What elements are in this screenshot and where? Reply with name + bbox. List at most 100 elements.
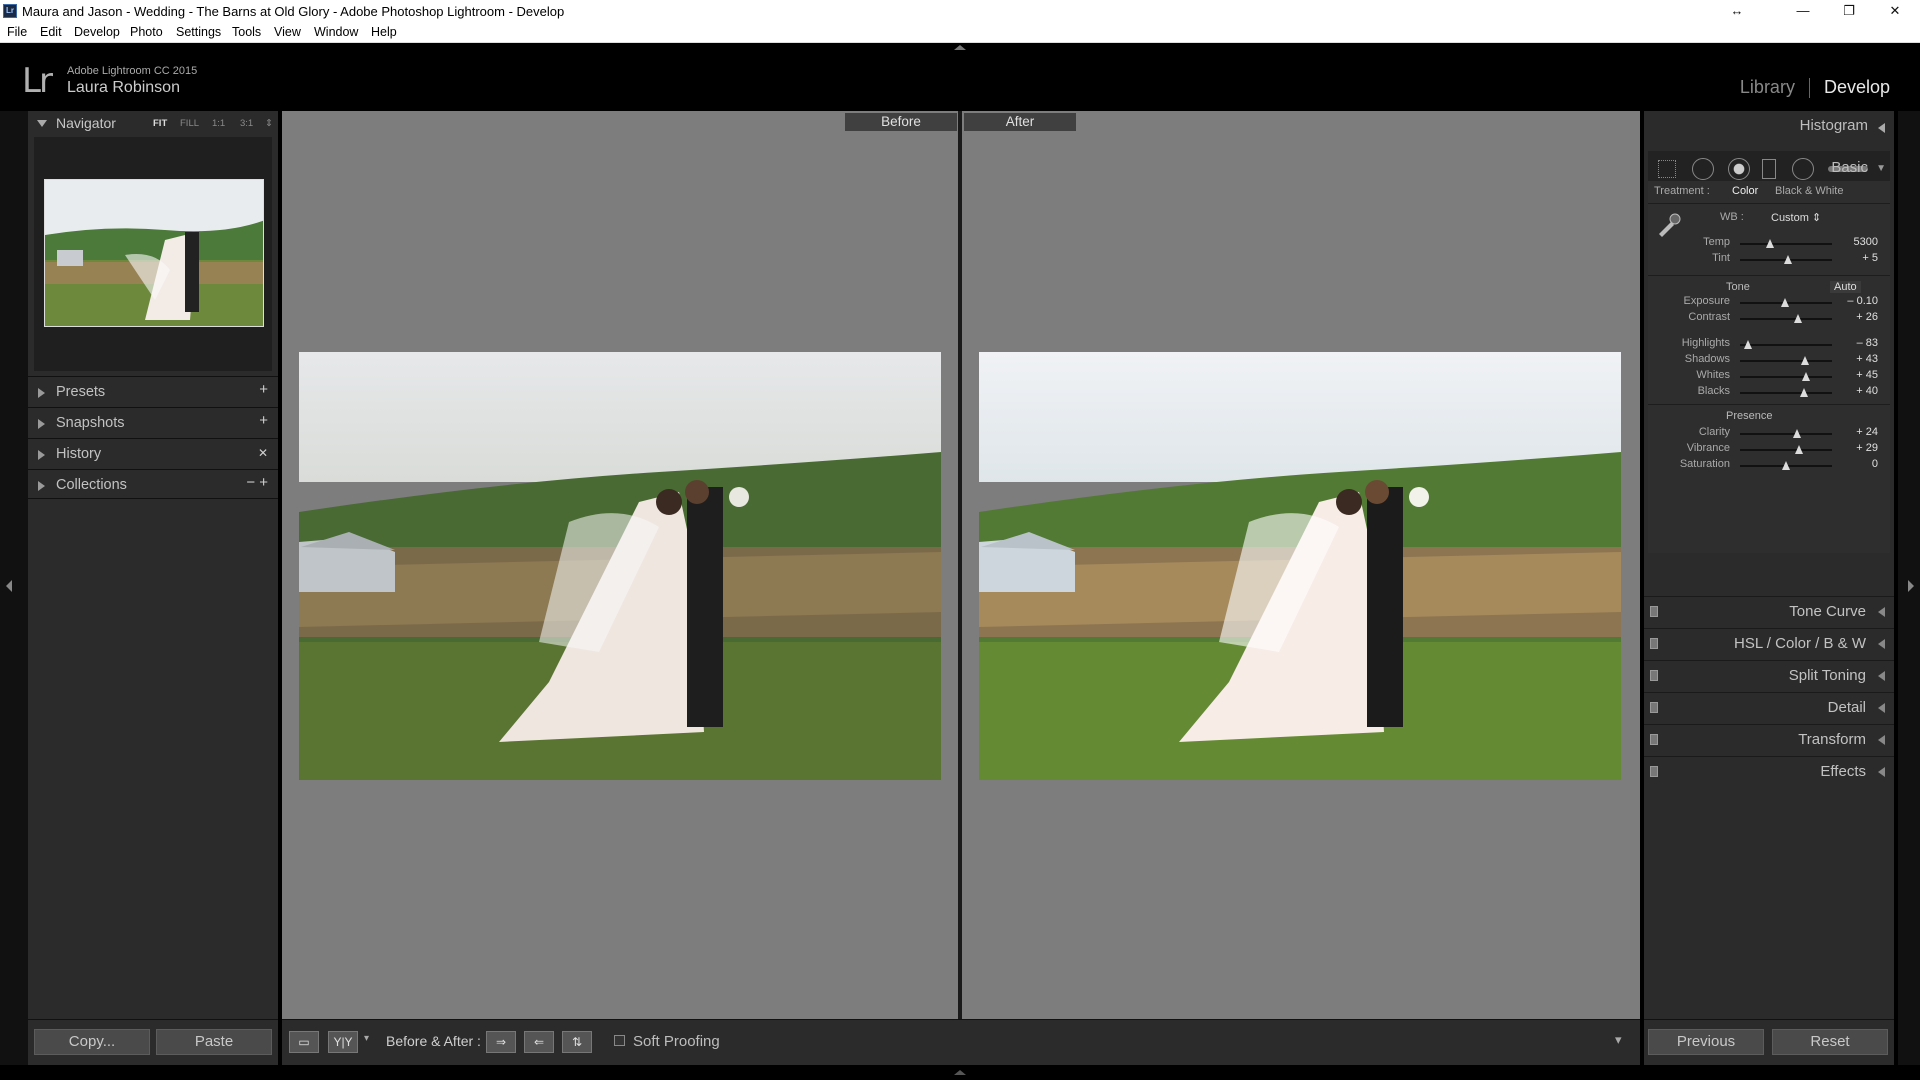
menu-settings[interactable]: Settings: [176, 25, 221, 39]
paste-settings-button[interactable]: Paste: [156, 1029, 272, 1055]
slider-thumb[interactable]: [1782, 461, 1790, 470]
previous-button[interactable]: Previous: [1648, 1029, 1764, 1055]
left-panel-edge[interactable]: [0, 111, 28, 1079]
zoom-fit[interactable]: FIT: [153, 118, 167, 129]
toolbar-menu-chevron-icon[interactable]: ▾: [1615, 1032, 1622, 1048]
menu-help[interactable]: Help: [371, 25, 397, 39]
slider-track[interactable]: [1740, 255, 1832, 264]
minimize-button[interactable]: —: [1780, 0, 1826, 22]
swap-before-after-icon[interactable]: ⇅: [562, 1031, 592, 1053]
slider-value[interactable]: + 43: [1844, 353, 1878, 365]
copy-before-to-after-icon[interactable]: ⇒: [486, 1031, 516, 1053]
slider-thumb[interactable]: [1801, 356, 1810, 365]
slider-track[interactable]: [1740, 445, 1832, 454]
treatment-bw[interactable]: Black & White: [1775, 185, 1843, 197]
slider-thumb[interactable]: [1800, 388, 1809, 397]
copy-after-to-before-icon[interactable]: ⇐: [524, 1031, 554, 1053]
collection-actions-icon[interactable]: − +: [246, 474, 268, 491]
soft-proofing-checkbox[interactable]: [614, 1035, 625, 1046]
slider-value[interactable]: 5300: [1844, 236, 1878, 248]
top-panel-toggle[interactable]: [0, 43, 1920, 51]
right-panel-edge[interactable]: [1898, 111, 1920, 1079]
slider-value[interactable]: + 29: [1844, 442, 1878, 454]
slider-track[interactable]: [1740, 239, 1832, 248]
navigator-preview[interactable]: [34, 137, 272, 371]
slider-thumb[interactable]: [1802, 372, 1811, 381]
slider-value[interactable]: + 45: [1844, 369, 1878, 381]
wb-select[interactable]: Custom ⇕: [1771, 211, 1821, 224]
slider-value[interactable]: + 40: [1844, 385, 1878, 397]
panel-switch-icon[interactable]: [1650, 734, 1658, 745]
before-after-view-icon[interactable]: Y|Y: [328, 1031, 358, 1053]
panel-detail[interactable]: Detail: [1644, 692, 1894, 722]
before-photo[interactable]: [299, 352, 941, 780]
presets-section[interactable]: Presets +: [28, 376, 278, 406]
add-snapshot-icon[interactable]: +: [259, 412, 268, 429]
snapshots-section[interactable]: Snapshots +: [28, 407, 278, 437]
slider-track[interactable]: [1740, 356, 1832, 365]
slider-value[interactable]: + 26: [1844, 311, 1878, 323]
slider-thumb[interactable]: [1794, 445, 1803, 454]
menu-edit[interactable]: Edit: [40, 25, 62, 39]
menu-photo[interactable]: Photo: [130, 25, 163, 39]
history-section[interactable]: History ✕: [28, 438, 278, 468]
compare-view[interactable]: Before After: [282, 111, 1640, 1019]
histogram-header[interactable]: Histogram: [1644, 117, 1894, 141]
slider-value[interactable]: 0: [1844, 458, 1878, 470]
eyedropper-icon[interactable]: [1656, 211, 1682, 237]
module-library[interactable]: Library: [1740, 77, 1795, 97]
copy-settings-button[interactable]: Copy...: [34, 1029, 150, 1055]
collections-section[interactable]: Collections − +: [28, 469, 278, 499]
slider-track[interactable]: [1740, 314, 1832, 323]
panel-switch-icon[interactable]: [1650, 766, 1658, 777]
panel-effects[interactable]: Effects: [1644, 756, 1894, 786]
slider-track[interactable]: [1740, 298, 1832, 307]
after-photo[interactable]: [979, 352, 1621, 780]
slider-value[interactable]: + 5: [1844, 252, 1878, 264]
basic-header[interactable]: Basic ▼: [1644, 159, 1894, 183]
menu-window[interactable]: Window: [314, 25, 358, 39]
panel-switch-icon[interactable]: [1650, 670, 1658, 681]
panel-switch-icon[interactable]: [1650, 638, 1658, 649]
zoom-fill[interactable]: FILL: [180, 118, 199, 129]
panel-switch-icon[interactable]: [1650, 606, 1658, 617]
slider-value[interactable]: – 83: [1844, 337, 1878, 349]
slider-track[interactable]: [1740, 429, 1832, 438]
navigator-thumbnail[interactable]: [44, 179, 264, 327]
menu-tools[interactable]: Tools: [232, 25, 261, 39]
navigator-header[interactable]: Navigator FIT FILL 1:1 3:1 ⇕: [28, 111, 278, 135]
menu-develop[interactable]: Develop: [74, 25, 120, 39]
slider-thumb[interactable]: [1793, 429, 1802, 438]
slider-value[interactable]: – 0.10: [1844, 295, 1878, 307]
slider-thumb[interactable]: [1781, 298, 1790, 307]
auto-tone-button[interactable]: Auto: [1830, 281, 1861, 293]
treatment-color[interactable]: Color: [1732, 185, 1758, 197]
resize-arrows-icon[interactable]: ↔: [1714, 0, 1760, 22]
slider-value[interactable]: + 24: [1844, 426, 1878, 438]
zoom-stepper-icon[interactable]: ⇕: [265, 118, 273, 129]
panel-switch-icon[interactable]: [1650, 702, 1658, 713]
reset-button[interactable]: Reset: [1772, 1029, 1888, 1055]
panel-tone-curve[interactable]: Tone Curve: [1644, 596, 1894, 626]
loupe-view-icon[interactable]: ▭: [289, 1031, 319, 1053]
slider-track[interactable]: [1740, 461, 1832, 470]
filmstrip-toggle[interactable]: [0, 1065, 1920, 1080]
panel-hsl-color-b-w[interactable]: HSL / Color / B & W: [1644, 628, 1894, 658]
module-develop[interactable]: Develop: [1824, 77, 1890, 97]
panel-transform[interactable]: Transform: [1644, 724, 1894, 754]
close-button[interactable]: ✕: [1872, 0, 1918, 22]
clear-history-icon[interactable]: ✕: [258, 446, 268, 460]
slider-thumb[interactable]: [1783, 255, 1792, 264]
menu-file[interactable]: File: [7, 25, 27, 39]
slider-thumb[interactable]: [1766, 239, 1775, 248]
zoom-3-1[interactable]: 3:1: [240, 118, 253, 129]
slider-track[interactable]: [1740, 388, 1832, 397]
slider-thumb[interactable]: [1744, 340, 1753, 349]
panel-split-toning[interactable]: Split Toning: [1644, 660, 1894, 690]
add-preset-icon[interactable]: +: [259, 381, 268, 398]
slider-thumb[interactable]: [1793, 314, 1802, 323]
slider-track[interactable]: [1740, 340, 1832, 349]
menu-view[interactable]: View: [274, 25, 301, 39]
slider-track[interactable]: [1740, 372, 1832, 381]
zoom-1-1[interactable]: 1:1: [212, 118, 225, 129]
